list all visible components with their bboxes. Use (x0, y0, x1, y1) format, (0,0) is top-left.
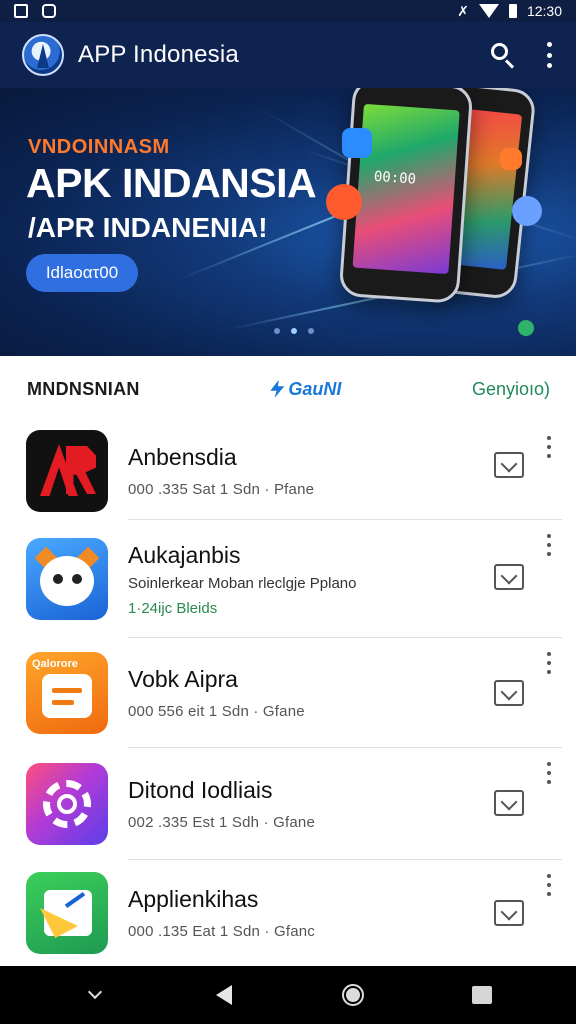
status-notifications (14, 4, 56, 18)
app-list: Anbensdia 000 .335 Sat 1 Sdn · Pfane Auk… (0, 422, 576, 966)
search-icon[interactable] (488, 40, 518, 70)
list-item[interactable]: Applienkihas 000 .135 Eat 1 Sdn · Gfanc (0, 860, 576, 966)
list-item[interactable]: Ditond Iodliais 002 .335 Est 1 Sdh · Gfa… (0, 748, 576, 860)
app-bar: APP Indonesia (0, 22, 576, 88)
banner-subtitle: /APR INDANENIA! (28, 212, 268, 243)
install-icon[interactable] (494, 564, 524, 590)
status-indicators: ✗ 12:30 (457, 3, 562, 20)
app-meta: 000 .335 Sat 1 Sdn · Pfane (128, 481, 315, 498)
carousel-dot[interactable] (308, 328, 314, 334)
home-icon[interactable] (341, 983, 365, 1007)
overflow-menu-icon[interactable] (544, 42, 554, 68)
more-options-icon[interactable] (546, 436, 552, 458)
install-icon[interactable] (494, 900, 524, 926)
list-item[interactable]: Aukajanbis Soinlerkear Moban rleclgje Pp… (0, 520, 576, 638)
tab-category-2-label: GauNI (288, 378, 342, 399)
install-icon[interactable] (494, 680, 524, 706)
image-notification-icon (14, 4, 28, 18)
gear-icon (26, 763, 108, 845)
tab-category-1[interactable]: MNDNSNIAN (27, 379, 140, 400)
wifi-icon (478, 4, 499, 18)
more-options-icon[interactable] (546, 652, 552, 674)
banner-kicker: VNDOINNASM (28, 136, 170, 158)
carousel-dot[interactable] (274, 328, 280, 334)
carousel-indicator (274, 328, 314, 334)
leaf-icon-2 (515, 317, 537, 339)
status-time: 12:30 (526, 3, 562, 19)
system-navigation-bar (0, 966, 576, 1024)
chat-bubble-icon (342, 128, 372, 158)
tab-category-2[interactable]: GauNI (270, 379, 341, 400)
more-options-icon[interactable] (546, 874, 552, 896)
app-meta: 002 .335 Est 1 Sdh · Gfane (128, 814, 315, 831)
install-icon[interactable] (494, 452, 524, 478)
chart-icon (26, 872, 108, 954)
banner-cta-button[interactable]: Idlaoατ00 (26, 254, 138, 292)
recents-icon[interactable] (470, 983, 494, 1007)
bird-icon (326, 184, 362, 220)
settings-float-icon (500, 148, 522, 170)
app-logo-icon (22, 34, 64, 76)
app-title: APP Indonesia (78, 41, 239, 68)
back-icon[interactable] (212, 983, 236, 1007)
orb-icon (512, 196, 542, 226)
app-notification-icon (42, 4, 56, 18)
chevron-down-icon[interactable] (83, 983, 107, 1007)
cartoon-face-icon (26, 538, 108, 620)
tab-category-3[interactable]: Genyioıo) (472, 379, 550, 400)
phone-clock: 00:00 (373, 168, 417, 188)
more-options-icon[interactable] (546, 534, 552, 556)
promo-banner[interactable]: 00:00 VNDOINNASM APK INDANSIA /APR INDAN… (0, 88, 576, 356)
category-tabs: MNDNSNIAN GauNI Genyioıo) (0, 356, 576, 422)
app-status: 1·24ĳc Bleids (128, 599, 218, 617)
more-options-icon[interactable] (546, 762, 552, 784)
document-icon: Qalorore (26, 652, 108, 734)
list-item[interactable]: Anbensdia 000 .335 Sat 1 Sdn · Pfane (0, 422, 576, 520)
banner-title: APK INDANSIA (26, 160, 317, 206)
list-item[interactable]: Qalorore Vobk Aipra 000 556 eit 1 Sdn · … (0, 638, 576, 748)
carousel-dot-active[interactable] (291, 328, 297, 334)
install-icon[interactable] (494, 790, 524, 816)
battery-icon (508, 4, 517, 18)
ar-logo-icon (26, 430, 108, 512)
status-bar: ✗ 12:30 (0, 0, 576, 22)
bolt-icon (270, 380, 285, 398)
mute-icon: ✗ (457, 2, 469, 19)
